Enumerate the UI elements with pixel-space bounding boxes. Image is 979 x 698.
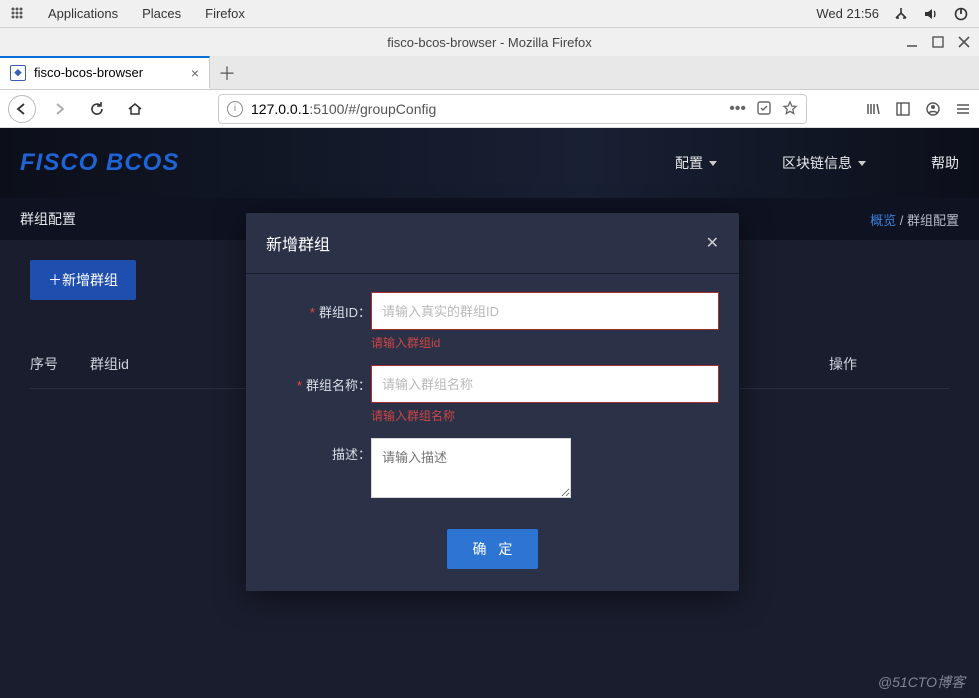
- apps-icon: [10, 6, 24, 21]
- sidebar-icon[interactable]: [895, 101, 911, 117]
- nav-forward[interactable]: [44, 94, 74, 124]
- th-seq: 序号: [30, 354, 90, 374]
- app-header: FISCO BCOS 配置 区块链信息 帮助: [0, 128, 979, 198]
- profile-icon[interactable]: [925, 101, 941, 117]
- group-id-label: *群组ID：: [266, 292, 371, 321]
- th-operation: 操作: [829, 354, 949, 374]
- add-group-modal: 新增群组 ✕ *群组ID： 请输入群组id *群组名称： 请输入群组名称 描述：: [246, 213, 739, 591]
- power-icon[interactable]: [953, 6, 969, 22]
- tab-favicon: ◆: [10, 65, 26, 81]
- modal-title: 新增群组: [266, 231, 330, 255]
- volume-icon[interactable]: [923, 6, 939, 22]
- app-logo: FISCO BCOS: [20, 149, 179, 177]
- add-group-button[interactable]: ＋新增群组: [30, 260, 136, 300]
- window-close[interactable]: [957, 35, 971, 49]
- desc-textarea[interactable]: [371, 438, 571, 498]
- group-name-input[interactable]: [371, 365, 719, 403]
- window-maximize[interactable]: [931, 35, 945, 49]
- bookmark-star-icon[interactable]: [782, 100, 798, 118]
- tab-title: fisco-bcos-browser: [34, 65, 143, 80]
- menu-blockchain[interactable]: 区块链信息: [782, 153, 866, 173]
- menu-applications[interactable]: Applications: [48, 6, 118, 21]
- nav-back[interactable]: [8, 95, 36, 123]
- window-minimize[interactable]: [905, 35, 919, 49]
- clock-text[interactable]: Wed 21:56: [816, 6, 879, 21]
- breadcrumb: 概览 / 群组配置: [870, 210, 959, 229]
- url-text: 127.0.0.1:5100/#/groupConfig: [251, 101, 436, 117]
- site-info-icon[interactable]: i: [227, 101, 243, 117]
- page-content: FISCO BCOS 配置 区块链信息 帮助 群组配置 概览 / 群组配置 ＋新…: [0, 128, 979, 698]
- browser-navbar: i 127.0.0.1:5100/#/groupConfig •••: [0, 90, 979, 128]
- network-icon[interactable]: [893, 6, 909, 22]
- chevron-down-icon: [709, 161, 717, 166]
- reader-icon[interactable]: [756, 100, 772, 118]
- group-id-error: 请输入群组id: [371, 334, 719, 351]
- menu-config[interactable]: 配置: [675, 153, 717, 173]
- group-name-label: *群组名称：: [266, 365, 371, 394]
- tab-fisco[interactable]: ◆ fisco-bcos-browser ×: [0, 56, 210, 89]
- breadcrumb-current: 群组配置: [907, 213, 959, 228]
- desc-label: 描述：: [266, 438, 371, 463]
- close-icon[interactable]: ✕: [706, 233, 719, 253]
- url-bar[interactable]: i 127.0.0.1:5100/#/groupConfig •••: [218, 94, 807, 124]
- url-more-icon[interactable]: •••: [729, 100, 746, 118]
- chevron-down-icon: [858, 161, 866, 166]
- desktop-top-bar: Applications Places Firefox Wed 21:56: [0, 0, 979, 28]
- window-titlebar: fisco-bcos-browser - Mozilla Firefox: [0, 28, 979, 56]
- nav-home[interactable]: [120, 94, 150, 124]
- nav-reload[interactable]: [82, 94, 112, 124]
- library-icon[interactable]: [865, 101, 881, 117]
- hamburger-menu-icon[interactable]: [955, 101, 971, 117]
- browser-tabs: ◆ fisco-bcos-browser × ＋: [0, 56, 979, 90]
- new-tab-button[interactable]: ＋: [210, 56, 244, 89]
- confirm-button[interactable]: 确 定: [447, 529, 539, 569]
- tab-close-icon[interactable]: ×: [191, 65, 199, 81]
- group-name-error: 请输入群组名称: [371, 407, 719, 424]
- watermark-text: @51CTO博客: [878, 672, 965, 692]
- menu-help[interactable]: 帮助: [931, 153, 959, 173]
- window-title: fisco-bcos-browser - Mozilla Firefox: [387, 35, 591, 50]
- breadcrumb-overview[interactable]: 概览: [870, 213, 896, 228]
- menu-firefox[interactable]: Firefox: [205, 6, 245, 21]
- page-title: 群组配置: [20, 209, 76, 229]
- group-id-input[interactable]: [371, 292, 719, 330]
- menu-places[interactable]: Places: [142, 6, 181, 21]
